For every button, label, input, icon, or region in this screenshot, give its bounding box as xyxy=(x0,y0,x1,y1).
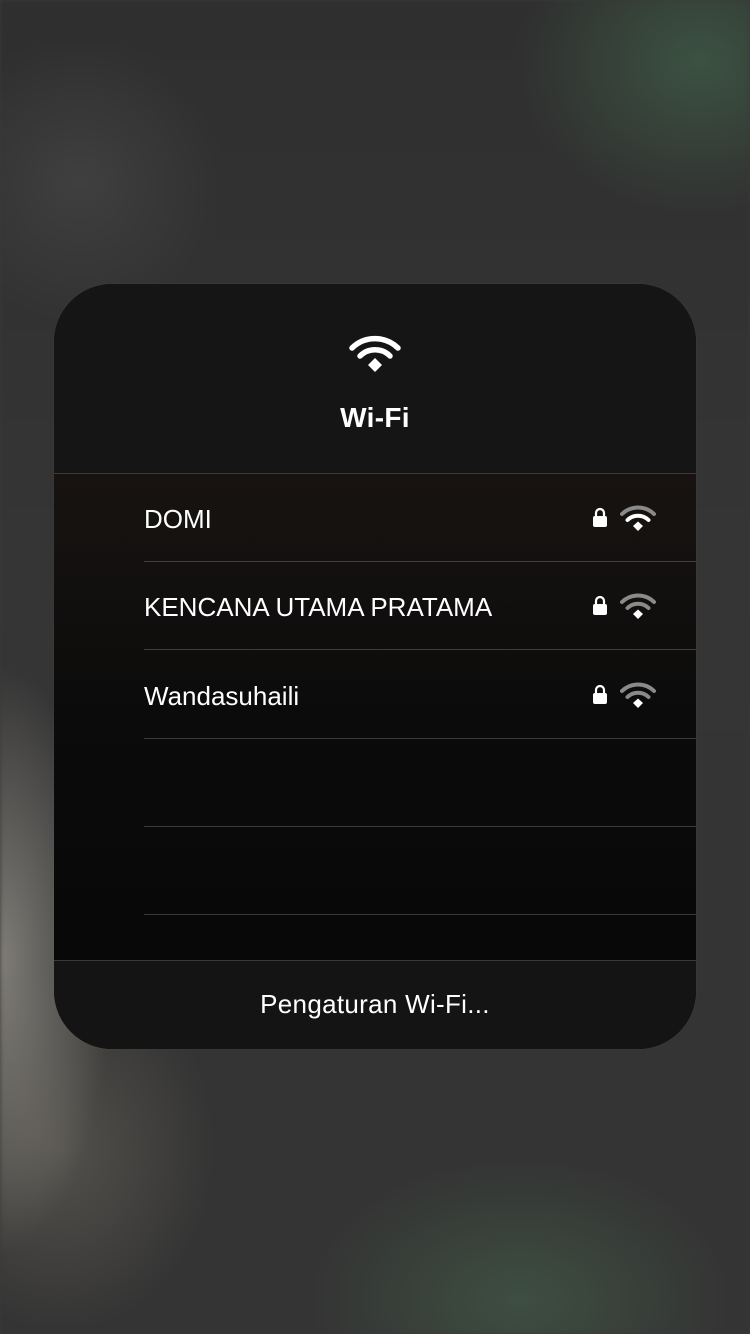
network-list: DOMI KENCANA UTAMA PRATAMA Wandasuhaili xyxy=(54,474,696,959)
lock-icon xyxy=(593,507,607,527)
network-name: KENCANA UTAMA PRATAMA xyxy=(144,592,493,622)
network-row-wandasuhaili[interactable]: Wandasuhaili xyxy=(144,651,696,739)
wifi-icon xyxy=(349,335,401,372)
wifi-settings-button[interactable]: Pengaturan Wi-Fi... xyxy=(54,961,696,1049)
lock-icon xyxy=(593,684,607,704)
network-row-kencana-utama-pratama[interactable]: KENCANA UTAMA PRATAMA xyxy=(144,562,696,650)
wifi-signal-icon xyxy=(620,593,656,619)
lock-icon xyxy=(593,595,607,615)
empty-row xyxy=(144,827,696,915)
wifi-signal-icon xyxy=(620,682,656,708)
wifi-panel: Wi-Fi DOMI KENCANA UTAMA PRATAMA Wandasu… xyxy=(54,284,696,1049)
wifi-signal-icon xyxy=(620,505,656,531)
row-divider xyxy=(144,914,696,915)
panel-title: Wi-Fi xyxy=(340,402,410,433)
network-name: DOMI xyxy=(144,504,212,534)
row-divider xyxy=(144,649,696,650)
network-row-domi[interactable]: DOMI xyxy=(144,474,696,562)
empty-row xyxy=(144,739,696,827)
panel-header: Wi-Fi xyxy=(54,284,696,473)
wifi-settings-label: Pengaturan Wi-Fi... xyxy=(260,989,490,1019)
network-name: Wandasuhaili xyxy=(144,681,300,711)
